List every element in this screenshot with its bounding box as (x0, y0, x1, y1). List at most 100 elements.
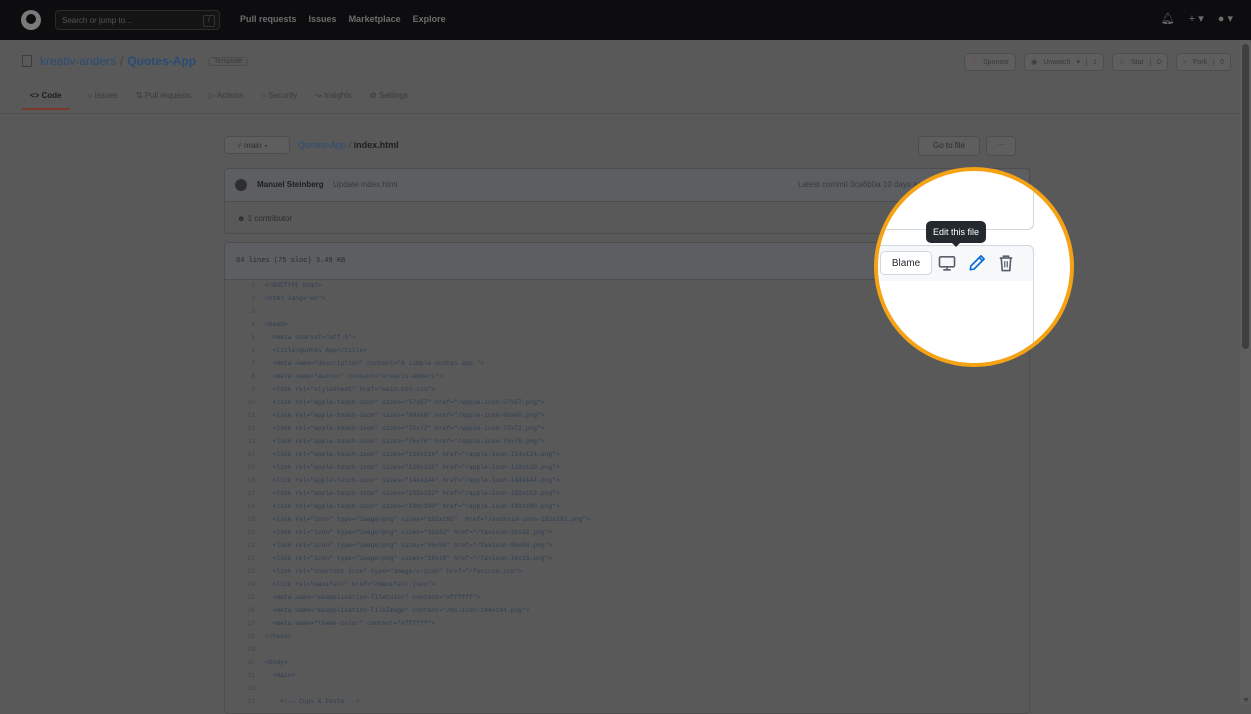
tab-settings[interactable]: ⚙ Settings (370, 88, 408, 110)
contributors-label: 1 contributor (247, 214, 293, 223)
tab-pull-requests-label: Pull requests (144, 91, 191, 100)
commit-message[interactable]: Update index.html (333, 180, 397, 189)
line-number[interactable]: 6 (225, 344, 265, 357)
code-line: 8 <meta name="author" content="kreativ-a… (225, 370, 1029, 383)
scroll-down-arrow-icon[interactable] (1243, 698, 1249, 702)
line-number[interactable]: 29 (225, 643, 265, 656)
line-number[interactable]: 9 (225, 383, 265, 396)
magnified-file-body (878, 281, 1034, 363)
tab-pull-requests[interactable]: ⇅ Pull requests (136, 88, 191, 110)
line-content: <meta name="description" content="A simp… (265, 360, 485, 367)
line-content: <link rel="apple-touch-icon" sizes="114x… (265, 451, 560, 458)
more-options-button[interactable]: ··· (986, 136, 1016, 156)
line-number[interactable]: 10 (225, 396, 265, 409)
bell-icon[interactable]: 🔔︎ (1161, 12, 1175, 25)
desktop-icon[interactable] (937, 253, 957, 273)
search-input[interactable]: Search or jump to... / (55, 10, 220, 30)
star-button[interactable]: ☆ Star 0 (1111, 53, 1168, 71)
line-content: <main> (265, 672, 296, 679)
play-icon: ▷ (208, 91, 217, 100)
line-number[interactable]: 24 (225, 578, 265, 591)
line-number[interactable]: 14 (225, 448, 265, 461)
unwatch-button[interactable]: ◉ Unwatch ▾ 1 (1024, 53, 1104, 71)
line-number[interactable]: 1 (225, 279, 265, 292)
blame-button[interactable]: Blame (880, 251, 932, 275)
line-number[interactable]: 26 (225, 604, 265, 617)
tab-security[interactable]: ○ Security (261, 88, 297, 110)
avatar-icon[interactable]: ● ▾ (1218, 12, 1233, 25)
line-number[interactable]: 32 (225, 682, 265, 695)
nav-issues[interactable]: Issues (309, 14, 337, 24)
nav-pull-requests[interactable]: Pull requests (240, 14, 297, 24)
line-number[interactable]: 8 (225, 370, 265, 383)
tab-code[interactable]: <> Code (22, 88, 70, 110)
code-line: 33 <!-- Cups & Paste --> (225, 695, 1029, 708)
line-number[interactable]: 7 (225, 357, 265, 370)
code-line: 31 <main> (225, 669, 1029, 682)
tab-issues[interactable]: ○ Issues (88, 88, 118, 110)
pencil-icon[interactable] (967, 253, 987, 273)
fork-count[interactable]: 0 (1213, 58, 1224, 66)
line-content: <head> (265, 321, 288, 328)
line-number[interactable]: 25 (225, 591, 265, 604)
line-number[interactable]: 20 (225, 526, 265, 539)
repo-owner-link[interactable]: kreativ-anders (40, 54, 116, 68)
code-line: 30 <body> (225, 656, 1029, 669)
nav-marketplace[interactable]: Marketplace (349, 14, 401, 24)
tab-insights-label: Insights (324, 91, 352, 100)
line-number[interactable]: 23 (225, 565, 265, 578)
repo-tabs: <> Code ○ Issues ⇅ Pull requests ▷ Actio… (22, 88, 408, 110)
topbar-right: 🔔︎ + ▾ ● ▾ (1161, 12, 1233, 25)
fork-label: Fork (1193, 58, 1208, 66)
trash-icon[interactable] (996, 253, 1016, 273)
tab-code-label: Code (41, 91, 62, 100)
tab-insights[interactable]: ↝ Insights (315, 88, 352, 110)
unwatch-count[interactable]: 1 (1085, 58, 1097, 66)
code-line: 16 <link rel="apple-touch-icon" sizes="1… (225, 474, 1029, 487)
tab-security-label: Security (268, 91, 298, 100)
sponsor-button[interactable]: ♡ Sponsor (963, 53, 1017, 71)
fork-button[interactable]: ⑂ Fork 0 (1175, 53, 1231, 71)
line-number[interactable]: 17 (225, 487, 265, 500)
global-nav: Pull requests Issues Marketplace Explore (240, 14, 446, 24)
breadcrumb-repo-link[interactable]: Quotes-App (298, 140, 346, 150)
line-number[interactable]: 11 (225, 409, 265, 422)
repo-name-link[interactable]: Quotes-App (127, 54, 196, 68)
contributors[interactable]: ☻ 1 contributor (237, 214, 292, 223)
nav-explore[interactable]: Explore (413, 14, 446, 24)
line-number[interactable]: 19 (225, 513, 265, 526)
line-number[interactable]: 22 (225, 552, 265, 565)
branch-selector[interactable]: ⑂ main ▾ (224, 136, 290, 154)
line-number[interactable]: 15 (225, 461, 265, 474)
github-logo-icon[interactable] (21, 10, 41, 30)
line-number[interactable]: 13 (225, 435, 265, 448)
line-number[interactable]: 28 (225, 630, 265, 643)
code-line: 9 <link rel="stylesheet" href="main.min.… (225, 383, 1029, 396)
commit-author[interactable]: Manuel Steinberg (257, 180, 324, 189)
tab-actions-label: Actions (216, 91, 244, 100)
line-number[interactable]: 18 (225, 500, 265, 513)
tab-actions[interactable]: ▷ Actions (209, 88, 243, 110)
line-number[interactable]: 2 (225, 292, 265, 305)
go-to-file-button[interactable]: Go to file (918, 136, 980, 156)
line-content: <!DOCTYPE html> (265, 282, 322, 289)
code-line: 22 <link rel="icon" type="image/png" siz… (225, 552, 1029, 565)
line-number[interactable]: 30 (225, 656, 265, 669)
code-line: 24 <link rel="manifest" href="/manifest.… (225, 578, 1029, 591)
line-number[interactable]: 21 (225, 539, 265, 552)
line-number[interactable]: 27 (225, 617, 265, 630)
chevron-down-icon: ▾ (1076, 59, 1080, 66)
author-avatar[interactable] (235, 179, 247, 191)
scrollbar-thumb[interactable] (1242, 44, 1249, 349)
line-number[interactable]: 16 (225, 474, 265, 487)
star-count[interactable]: 0 (1149, 58, 1161, 66)
plus-icon[interactable]: + ▾ (1189, 12, 1204, 25)
repo-icon (22, 55, 32, 67)
line-number[interactable]: 5 (225, 331, 265, 344)
line-number[interactable]: 33 (225, 695, 265, 708)
line-number[interactable]: 3 (225, 305, 265, 318)
tabs-divider (0, 113, 1240, 114)
line-number[interactable]: 12 (225, 422, 265, 435)
line-number[interactable]: 4 (225, 318, 265, 331)
line-number[interactable]: 31 (225, 669, 265, 682)
